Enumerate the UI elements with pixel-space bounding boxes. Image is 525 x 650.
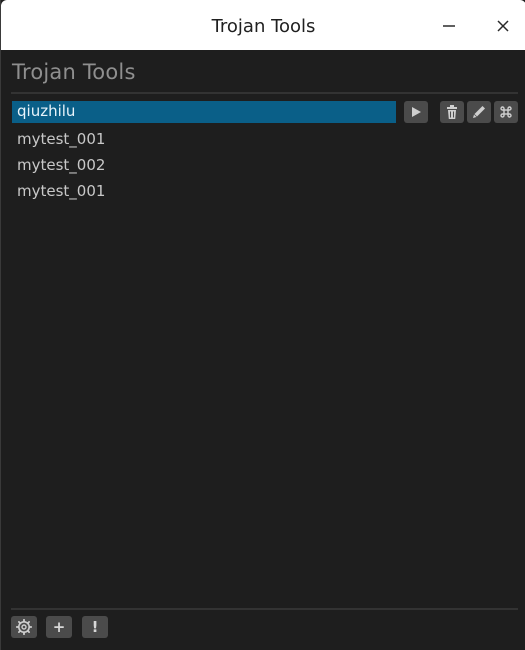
divider-bottom	[11, 608, 518, 610]
about-button[interactable]: !	[82, 616, 108, 638]
list-item[interactable]: mytest_002	[12, 153, 396, 179]
add-button[interactable]: +	[46, 616, 72, 638]
title-bar[interactable]: Trojan Tools	[1, 0, 525, 50]
close-button[interactable]	[491, 14, 515, 38]
exclamation-icon: !	[91, 617, 99, 636]
list-item[interactable]: qiuzhilu	[12, 101, 396, 123]
minimize-icon	[443, 25, 455, 27]
play-icon	[412, 107, 421, 117]
app-window: Trojan Tools Trojan Tools qiuzhilu mytes…	[0, 0, 525, 650]
settings-button[interactable]	[11, 616, 37, 638]
profile-list: qiuzhilu mytest_001 mytest_002 mytest_00…	[12, 101, 396, 205]
gear-icon	[16, 619, 32, 635]
divider-top	[11, 92, 518, 94]
main-content: Trojan Tools qiuzhilu mytest_001 mytest_…	[2, 50, 525, 650]
trash-icon	[447, 105, 457, 119]
plus-icon: +	[52, 617, 66, 636]
command-icon	[500, 106, 512, 118]
command-button[interactable]	[494, 101, 518, 123]
close-icon	[497, 20, 509, 32]
list-item[interactable]: mytest_001	[12, 179, 396, 205]
pencil-icon	[473, 106, 485, 118]
edit-button[interactable]	[467, 101, 491, 123]
list-item[interactable]: mytest_001	[12, 127, 396, 153]
start-button[interactable]	[404, 101, 428, 123]
app-heading: Trojan Tools	[12, 60, 136, 84]
minimize-button[interactable]	[437, 14, 461, 38]
delete-button[interactable]	[440, 101, 464, 123]
